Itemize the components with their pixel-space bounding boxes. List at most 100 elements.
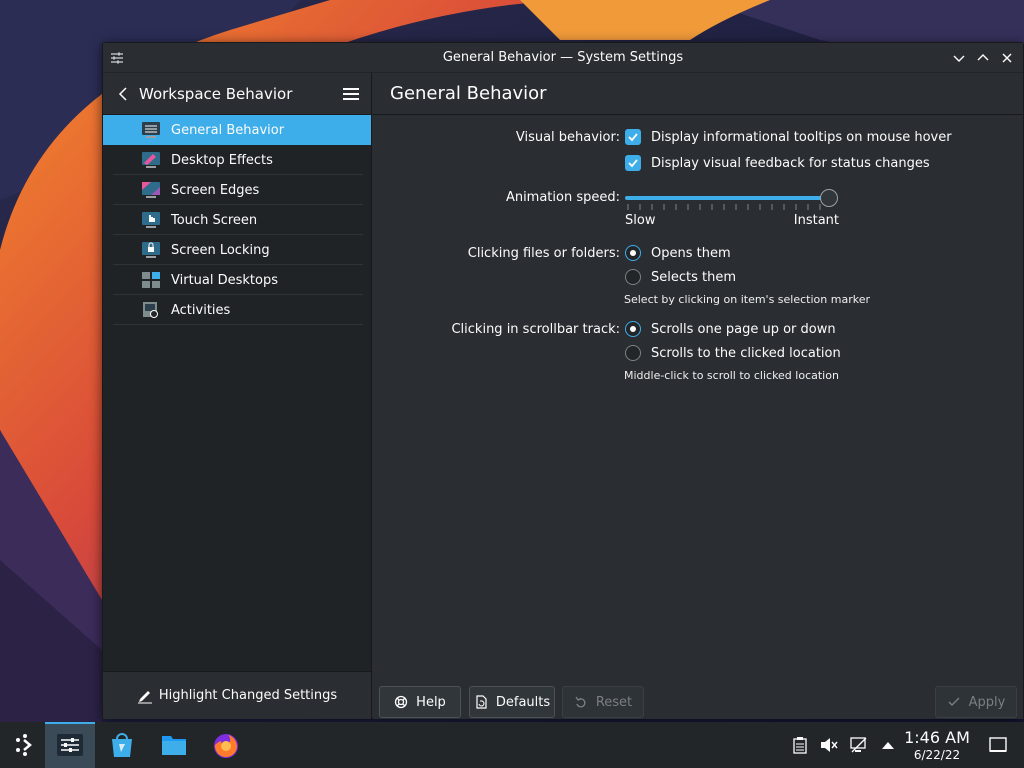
content-pane: General Behavior Visual behavior: Displa…: [373, 73, 1023, 719]
system-settings-icon: [57, 734, 83, 756]
screen-locking-icon: [142, 242, 160, 258]
sidebar-item-activities[interactable]: Activities: [103, 295, 371, 325]
taskbar-file-manager[interactable]: [149, 722, 199, 768]
slider-ticks: [627, 204, 821, 210]
selects-them-radio[interactable]: [625, 269, 641, 285]
slider-max-label: Instant: [793, 213, 839, 228]
apply-button-label: Apply: [968, 694, 1006, 710]
taskbar-firefox[interactable]: [201, 722, 251, 768]
apply-button[interactable]: Apply: [935, 686, 1017, 718]
feedback-checkbox[interactable]: [625, 155, 641, 171]
sidebar-item-screen-locking[interactable]: Screen Locking: [103, 235, 371, 265]
sidebar-item-label: General Behavior: [171, 122, 285, 138]
expand-tray-icon: [882, 742, 894, 749]
sidebar-item-general-behavior[interactable]: General Behavior: [103, 115, 371, 145]
network-icon: [850, 737, 867, 753]
sidebar-item-label: Virtual Desktops: [171, 272, 278, 288]
sidebar-nav: General Behavior Desktop Effects Screen …: [103, 115, 371, 325]
help-button[interactable]: Help: [379, 686, 461, 718]
screen-edges-icon: [142, 182, 160, 198]
application-launcher-button[interactable]: [0, 722, 50, 768]
scrollbar-track-label: Clicking in scrollbar track:: [451, 322, 620, 337]
expand-tray-button[interactable]: [877, 734, 899, 756]
clicking-files-label: Clicking files or folders:: [467, 246, 620, 261]
help-icon: [395, 695, 408, 709]
slider-min-label: Slow: [625, 213, 656, 228]
selects-them-label: Selects them: [651, 269, 737, 285]
content-header: General Behavior: [373, 73, 1023, 115]
opens-them-radio-row[interactable]: Opens them: [625, 245, 731, 261]
opens-them-radio[interactable]: [625, 245, 641, 261]
discover-icon: [112, 733, 132, 757]
taskbar-system-settings[interactable]: [45, 722, 95, 768]
clock-time: 1:46 AM: [904, 728, 970, 747]
slider-track[interactable]: [625, 196, 829, 200]
selection-marker-hint: Select by clicking on item's selection m…: [624, 293, 870, 306]
window-titlebar[interactable]: General Behavior — System Settings: [103, 43, 1023, 73]
reset-button[interactable]: Reset: [562, 686, 644, 718]
taskbar-discover[interactable]: [97, 722, 147, 768]
selects-them-radio-row[interactable]: Selects them: [625, 269, 736, 285]
maximize-button[interactable]: [973, 49, 993, 67]
close-button[interactable]: [997, 49, 1017, 67]
network-tray-button[interactable]: [848, 734, 870, 756]
minimize-button[interactable]: [949, 49, 969, 67]
tooltips-checkbox-row[interactable]: Display informational tooltips on mouse …: [625, 129, 952, 145]
scroll-page-radio[interactable]: [625, 321, 641, 337]
highlight-changed-settings-label: Highlight Changed Settings: [158, 688, 338, 703]
sidebar-item-label: Screen Edges: [171, 182, 260, 198]
defaults-button[interactable]: Defaults: [469, 686, 555, 718]
window-title: General Behavior — System Settings: [442, 50, 684, 65]
sidebar-item-label: Screen Locking: [171, 242, 270, 258]
desktop-effects-icon: [142, 152, 160, 168]
scroll-page-label: Scrolls one page up or down: [651, 321, 836, 337]
animation-speed-label: Animation speed:: [505, 190, 620, 205]
virtual-desktops-icon: [142, 272, 160, 288]
clock[interactable]: 1:46 AM 6/22/22: [900, 728, 974, 762]
scroll-page-radio-row[interactable]: Scrolls one page up or down: [625, 321, 836, 337]
activities-icon: [143, 302, 158, 318]
application-launcher-icon: [16, 734, 32, 756]
clipboard-icon: [793, 737, 807, 754]
clipboard-tray-button[interactable]: [789, 734, 811, 756]
taskbar: 1:46 AM 6/22/22: [0, 722, 1024, 768]
system-settings-window: General Behavior — System Settings Works…: [102, 42, 1024, 719]
firefox-icon: [214, 734, 238, 758]
hamburger-menu-icon[interactable]: [341, 84, 361, 104]
undo-icon: [575, 696, 586, 708]
checkmark-icon: [628, 159, 638, 168]
general-behavior-icon: [142, 122, 160, 138]
slider-handle[interactable]: [820, 189, 838, 207]
show-desktop-icon: [989, 737, 1007, 752]
opens-them-label: Opens them: [651, 245, 731, 261]
scroll-location-radio-row[interactable]: Scrolls to the clicked location: [625, 345, 841, 361]
show-desktop-button[interactable]: [987, 734, 1009, 756]
chevron-up-icon: [977, 54, 989, 61]
volume-muted-icon: [821, 738, 838, 752]
checkmark-icon: [948, 697, 960, 706]
close-icon: [1002, 53, 1012, 63]
feedback-checkbox-row[interactable]: Display visual feedback for status chang…: [625, 155, 930, 171]
system-settings-app-icon[interactable]: [109, 50, 125, 66]
tooltips-checkbox[interactable]: [625, 129, 641, 145]
visual-behavior-label: Visual behavior:: [515, 130, 620, 145]
sidebar-item-label: Activities: [171, 302, 231, 318]
back-arrow-icon[interactable]: [115, 86, 131, 102]
volume-tray-button[interactable]: [818, 734, 840, 756]
tooltips-checkbox-label: Display informational tooltips on mouse …: [651, 129, 952, 145]
file-manager-icon: [162, 736, 186, 755]
sidebar-item-label: Touch Screen: [171, 212, 258, 228]
middle-click-hint: Middle-click to scroll to clicked locati…: [624, 369, 839, 382]
scroll-location-label: Scrolls to the clicked location: [651, 345, 841, 361]
highlight-changed-settings-button[interactable]: Highlight Changed Settings: [103, 671, 371, 719]
defaults-button-label: Defaults: [495, 694, 551, 710]
reset-button-label: Reset: [595, 694, 633, 710]
sidebar-item-label: Desktop Effects: [171, 152, 273, 168]
sidebar-item-screen-edges[interactable]: Screen Edges: [103, 175, 371, 205]
page-title: General Behavior: [390, 83, 547, 104]
scroll-location-radio[interactable]: [625, 345, 641, 361]
sidebar-item-virtual-desktops[interactable]: Virtual Desktops: [103, 265, 371, 295]
animation-speed-slider[interactable]: Slow Instant: [625, 187, 839, 228]
sidebar-item-desktop-effects[interactable]: Desktop Effects: [103, 145, 371, 175]
sidebar-item-touch-screen[interactable]: Touch Screen: [103, 205, 371, 235]
